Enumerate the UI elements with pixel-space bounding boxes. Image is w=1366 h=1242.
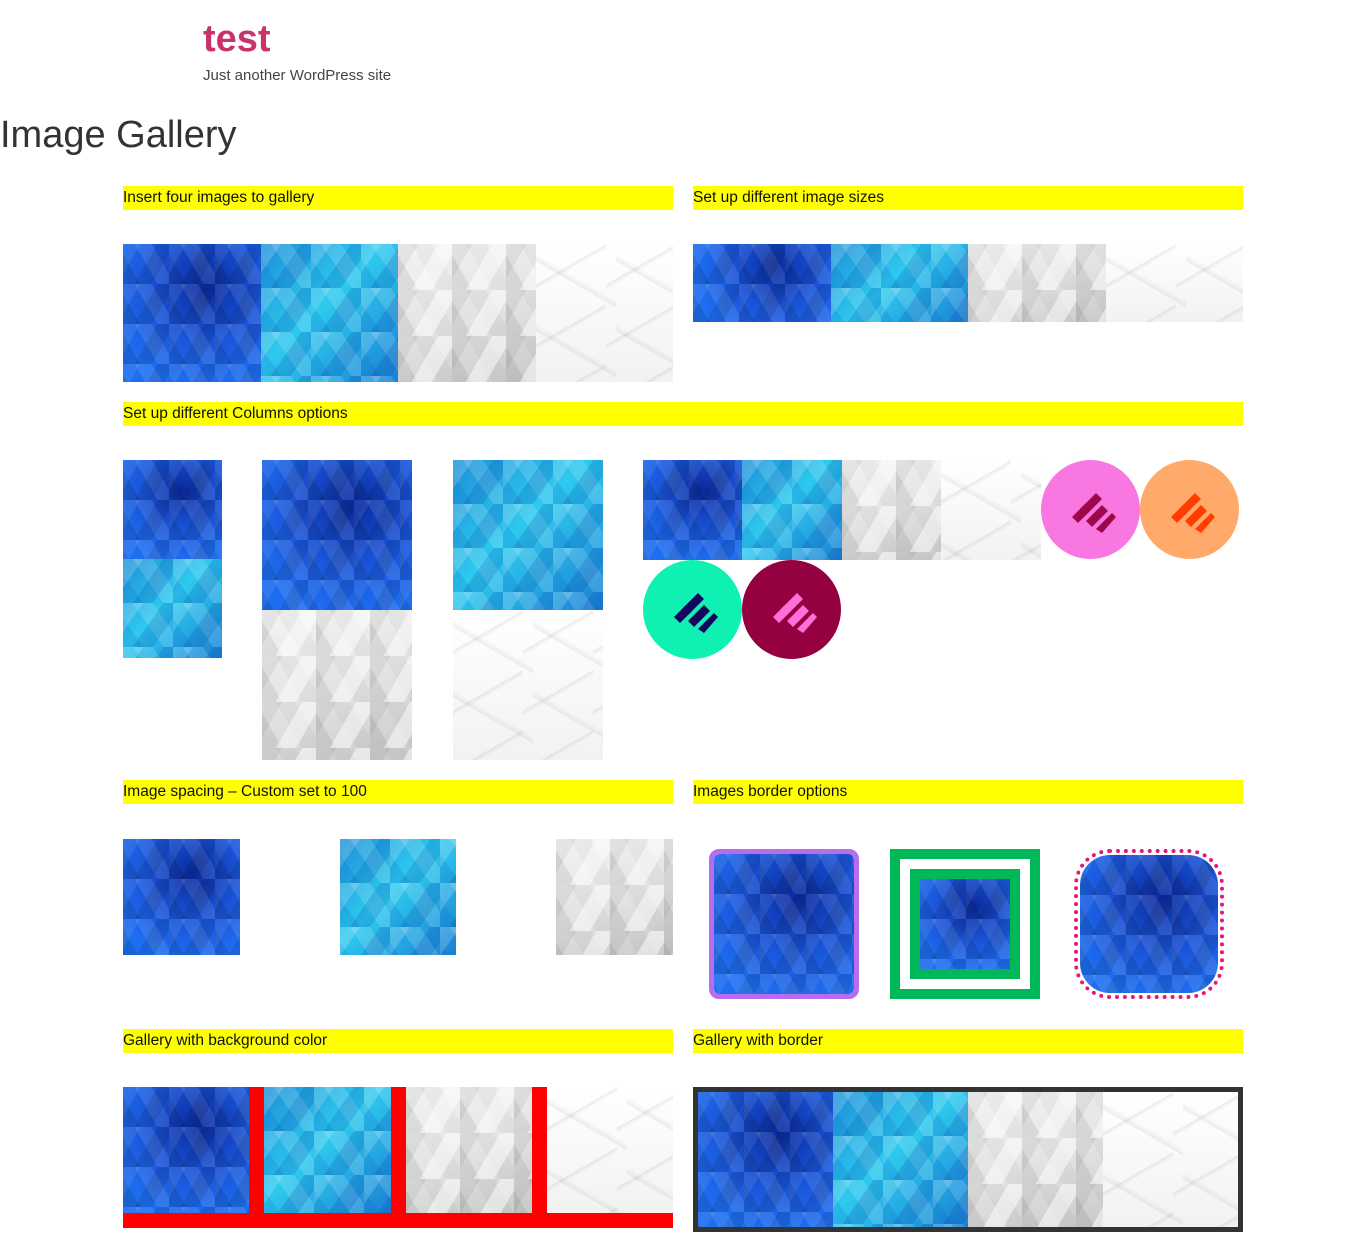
gallery-image-white[interactable] <box>1106 244 1243 322</box>
section-heading-spacing: Image spacing – Custom set to 100 <box>123 780 673 804</box>
gallery-image-cyan[interactable] <box>340 839 456 955</box>
gallery-image-white[interactable] <box>453 610 603 760</box>
section-heading-columns: Set up different Columns options <box>123 402 1243 426</box>
section-heading-background-color: Gallery with background color <box>123 1029 673 1053</box>
gallery-image-white[interactable] <box>547 1087 673 1213</box>
image-with-dotted-border[interactable] <box>1074 849 1224 999</box>
site-title[interactable]: test <box>203 16 271 62</box>
gallery-image-blue[interactable] <box>123 1087 249 1213</box>
gallery-image-blue[interactable] <box>123 839 240 955</box>
image-with-purple-border[interactable] <box>709 849 859 999</box>
gallery-image-gray[interactable] <box>262 610 412 760</box>
gallery-image-gray[interactable] <box>398 244 536 382</box>
gallery-image-blue[interactable] <box>698 1092 833 1227</box>
gallery-image-gray[interactable] <box>556 839 673 955</box>
section-heading-gallery-border: Gallery with border <box>693 1029 1243 1053</box>
gallery-image-cyan[interactable] <box>453 460 603 610</box>
logo-circle-maroon[interactable] <box>742 560 841 659</box>
logo-mark-icon <box>772 592 817 633</box>
gallery-image-blue <box>920 879 1010 969</box>
gallery-image-cyan[interactable] <box>123 559 222 658</box>
gallery-image-cyan[interactable] <box>261 244 398 382</box>
gallery-image-white[interactable] <box>1103 1092 1238 1227</box>
gallery-image-blue[interactable] <box>123 460 222 559</box>
logo-mark-icon <box>1170 492 1215 533</box>
logo-mark-icon <box>1071 492 1116 533</box>
gallery-image-blue <box>1080 855 1218 993</box>
logo-circle-green[interactable] <box>643 560 742 659</box>
gallery-image-gray[interactable] <box>968 244 1106 322</box>
section-heading-border-options: Images border options <box>693 780 1243 804</box>
logo-mark-icon <box>673 592 718 633</box>
logo-circle-pink[interactable] <box>1041 460 1140 559</box>
gallery-red-background <box>123 1087 673 1228</box>
gallery-image-blue[interactable] <box>643 460 742 560</box>
image-with-green-double-border[interactable] <box>890 849 1040 999</box>
gallery-image-blue[interactable] <box>123 244 261 382</box>
site-tagline: Just another WordPress site <box>203 67 392 84</box>
logo-circle-orange[interactable] <box>1140 460 1239 559</box>
page-title: Image Gallery <box>0 114 237 156</box>
gallery-image-gray[interactable] <box>406 1087 532 1213</box>
gallery-image-blue[interactable] <box>262 460 412 610</box>
gallery-image-white[interactable] <box>536 244 673 382</box>
gallery-image-gray[interactable] <box>842 460 941 560</box>
gallery-image-white[interactable] <box>941 460 1041 560</box>
gallery-with-border <box>693 1087 1243 1232</box>
section-heading-insert-four: Insert four images to gallery <box>123 186 673 210</box>
section-heading-image-sizes: Set up different image sizes <box>693 186 1243 210</box>
gallery-image-cyan[interactable] <box>264 1087 391 1213</box>
gallery-image-blue[interactable] <box>693 244 831 322</box>
inner-green-border <box>910 869 1020 979</box>
gallery-image-blue <box>714 854 854 994</box>
gallery-image-cyan[interactable] <box>742 460 842 560</box>
gallery-image-cyan[interactable] <box>831 244 968 322</box>
gallery-image-cyan[interactable] <box>833 1092 968 1227</box>
gallery-image-gray[interactable] <box>968 1092 1103 1227</box>
